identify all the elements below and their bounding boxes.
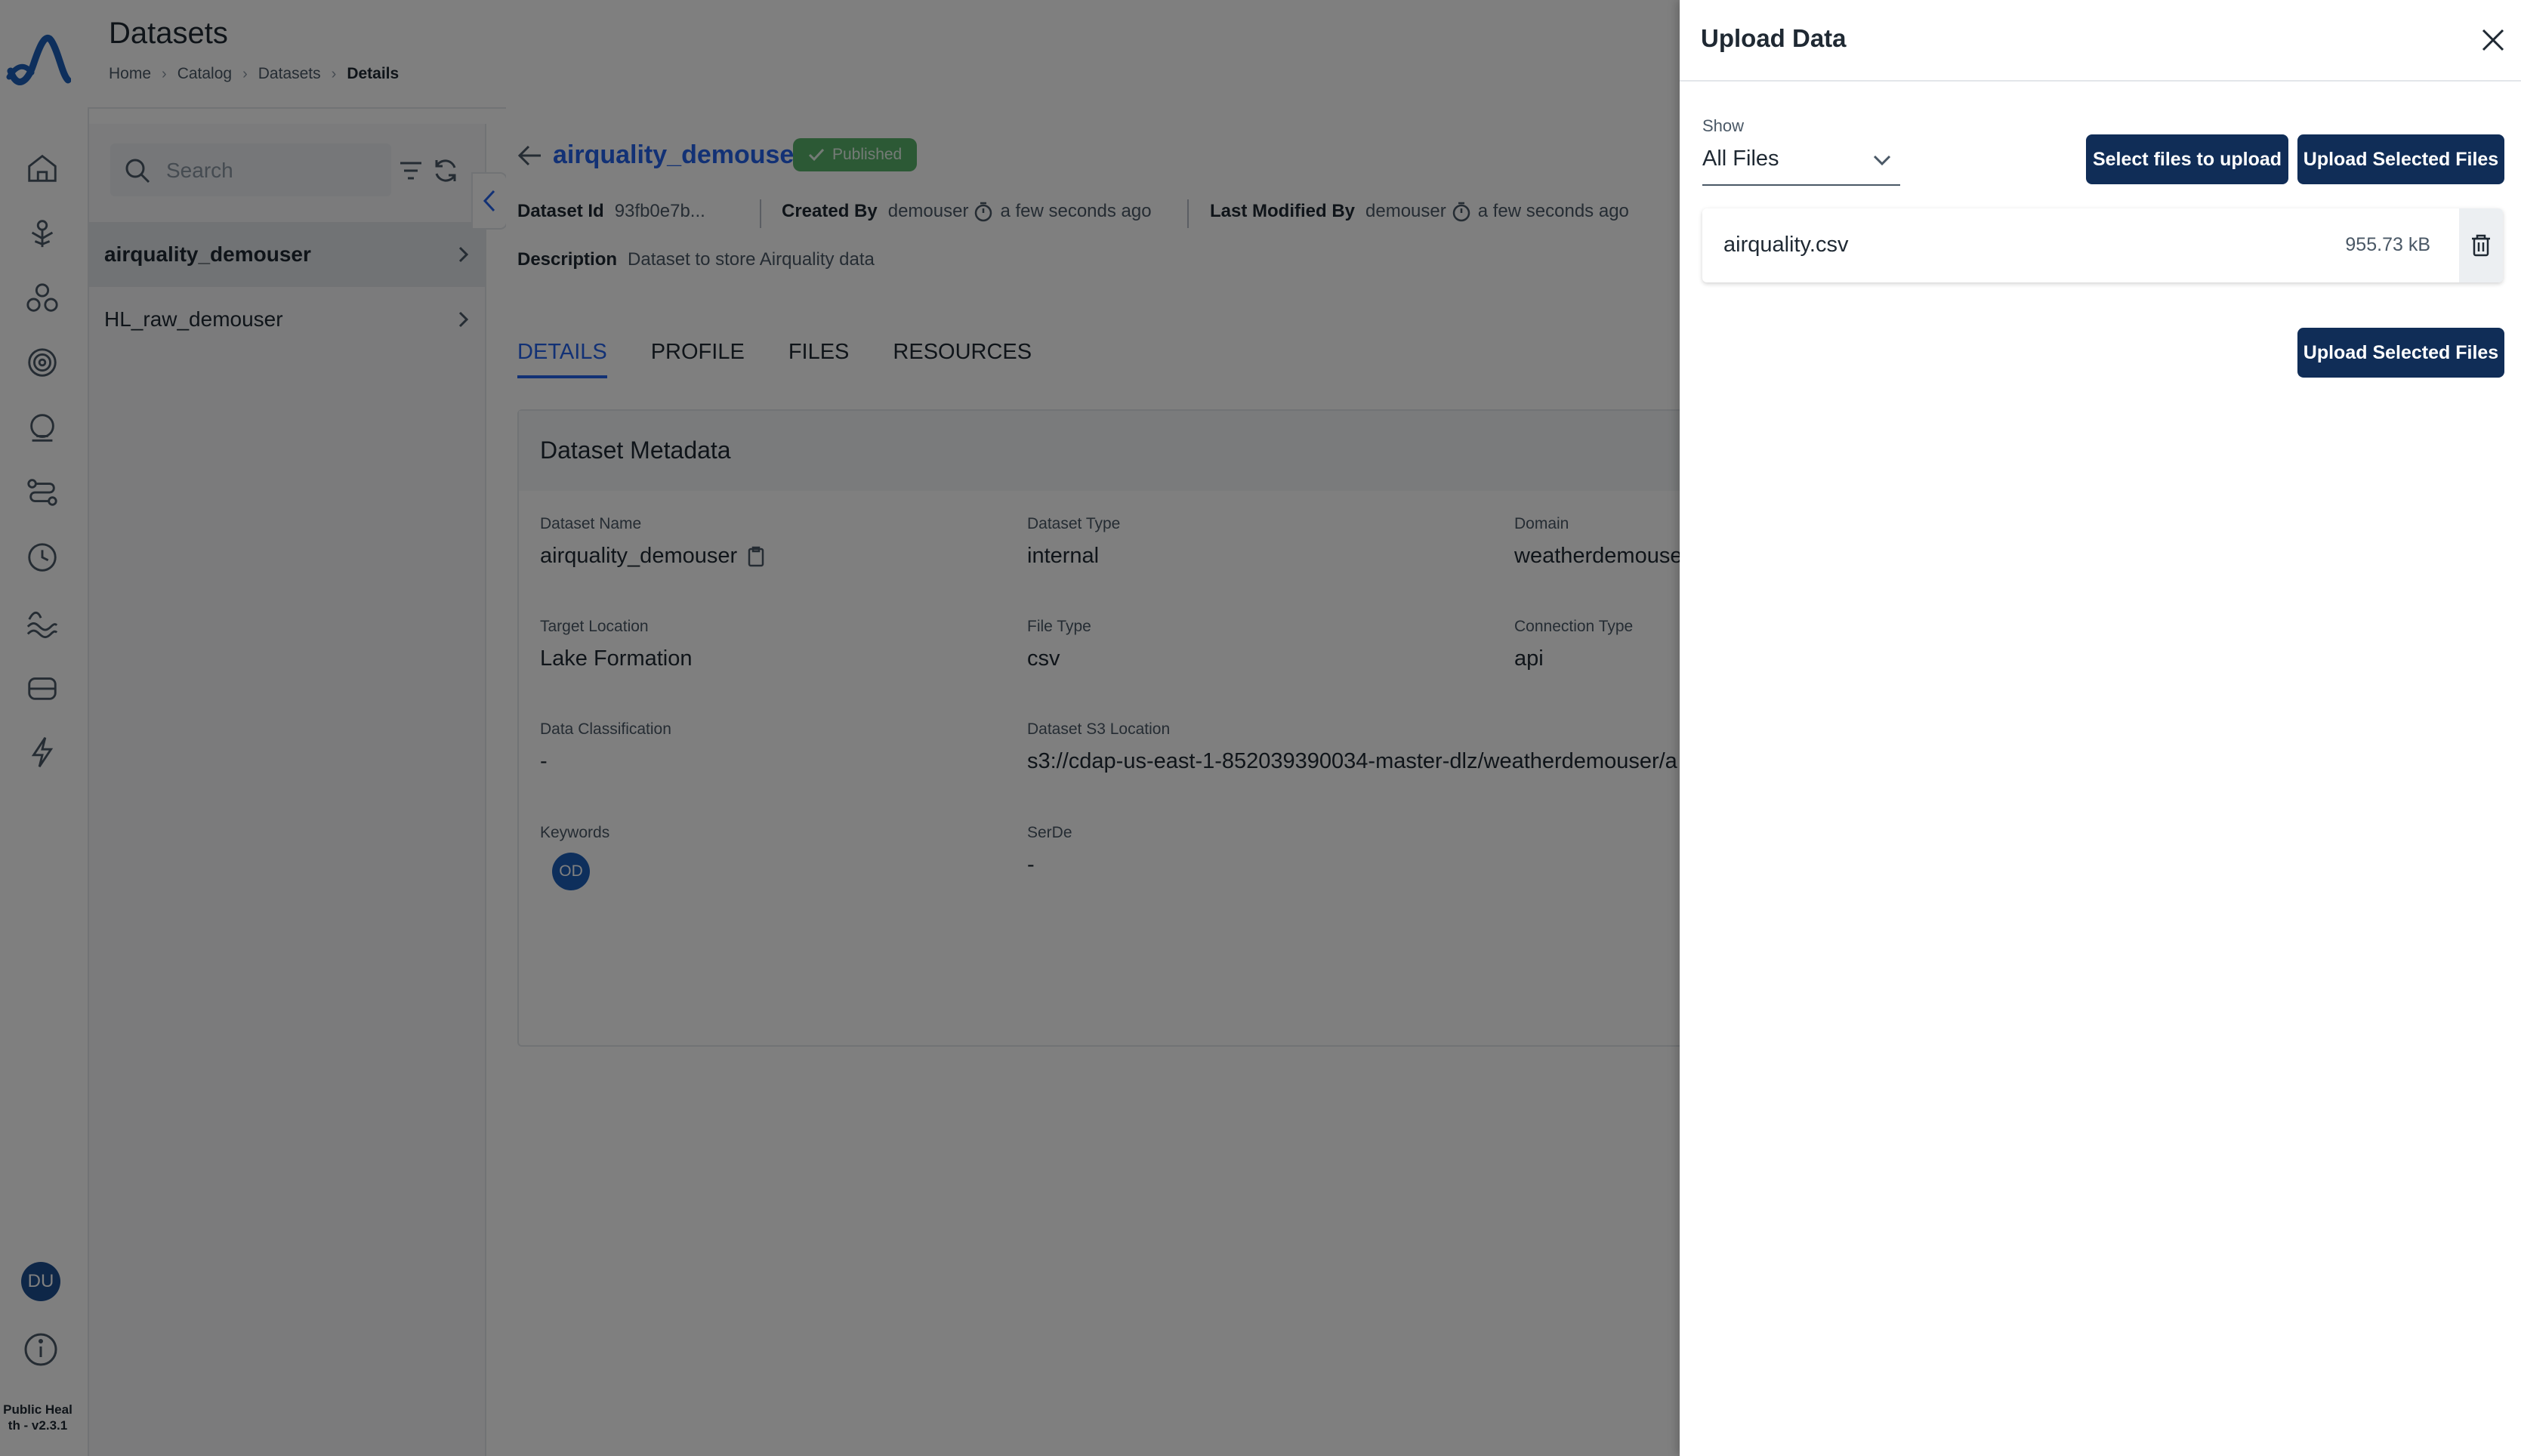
upload-selected-files-button[interactable]: Upload Selected Files [2297, 134, 2504, 184]
chevron-down-icon [1873, 155, 1891, 166]
trash-icon [2472, 234, 2490, 257]
close-button[interactable] [2479, 26, 2507, 54]
upload-selected-files-bottom-button[interactable]: Upload Selected Files [2297, 328, 2504, 378]
file-name: airquality.csv [1723, 233, 1849, 257]
divider [1680, 80, 2521, 82]
upload-data-drawer: Upload Data Show All Files Select files … [1680, 0, 2521, 1456]
show-filter-value: All Files [1702, 147, 1779, 171]
delete-file-button[interactable] [2459, 208, 2503, 282]
show-filter-label: Show [1702, 116, 1745, 135]
drawer-title: Upload Data [1701, 24, 1847, 52]
file-list-item: airquality.csv 955.73 kB [1702, 208, 2503, 282]
close-icon [2482, 29, 2504, 51]
file-size: 955.73 kB [2345, 234, 2430, 255]
select-files-button[interactable]: Select files to upload [2086, 134, 2288, 184]
show-filter-select[interactable]: All Files [1702, 140, 1900, 186]
modal-backdrop[interactable] [0, 0, 1680, 1456]
